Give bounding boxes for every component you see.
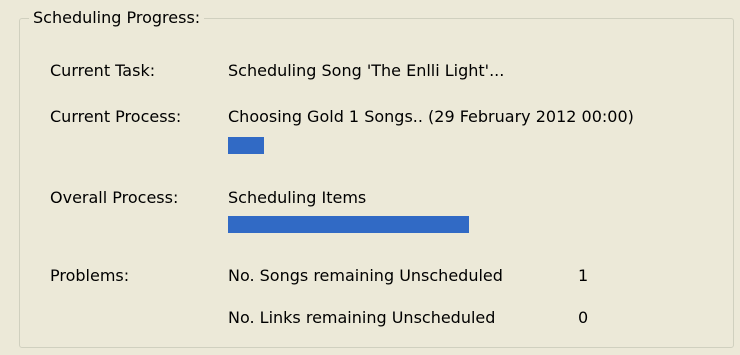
- current-process-label: Current Process:: [50, 107, 182, 126]
- songs-unscheduled-label: No. Songs remaining Unscheduled: [228, 266, 503, 285]
- current-task-value: Scheduling Song 'The Enlli Light'...: [228, 61, 505, 80]
- songs-unscheduled-count: 1: [578, 266, 589, 285]
- overall-process-progress-bar: [228, 216, 469, 233]
- problems-label: Problems:: [50, 266, 130, 285]
- overall-process-value: Scheduling Items: [228, 188, 367, 207]
- current-task-label: Current Task:: [50, 61, 156, 80]
- current-process-value: Choosing Gold 1 Songs.. (29 February 201…: [228, 107, 634, 126]
- links-unscheduled-label: No. Links remaining Unscheduled: [228, 308, 496, 327]
- group-title: Scheduling Progress:: [29, 8, 205, 28]
- current-process-progress-bar: [228, 137, 264, 154]
- overall-process-label: Overall Process:: [50, 188, 179, 207]
- links-unscheduled-count: 0: [578, 308, 589, 327]
